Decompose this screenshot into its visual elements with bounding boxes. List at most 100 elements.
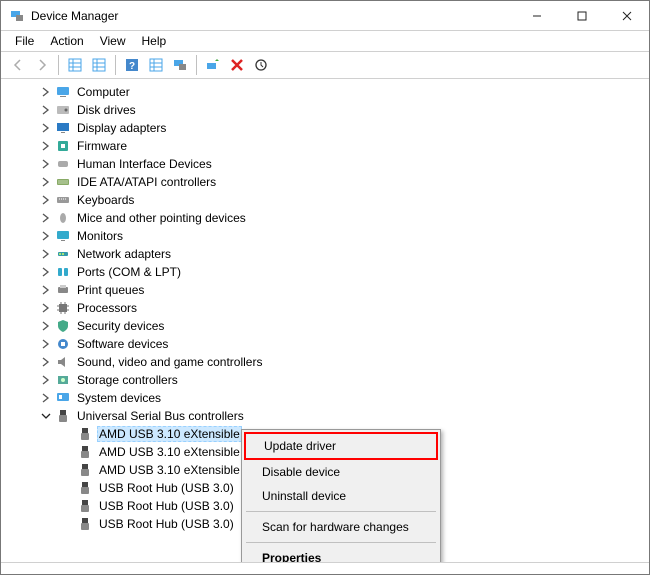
- system-icon: [55, 390, 71, 406]
- mouse-icon: [55, 210, 71, 226]
- minimize-button[interactable]: [514, 1, 559, 30]
- chevron-right-icon[interactable]: [39, 283, 53, 297]
- remove-button[interactable]: [226, 54, 248, 76]
- back-button[interactable]: [7, 54, 29, 76]
- chevron-right-icon[interactable]: [39, 211, 53, 225]
- chevron-right-icon[interactable]: [39, 391, 53, 405]
- computer-icon: [55, 84, 71, 100]
- tree-label: Storage controllers: [75, 372, 180, 388]
- tree-row[interactable]: Sound, video and game controllers: [3, 353, 647, 371]
- chevron-right-icon[interactable]: [39, 139, 53, 153]
- menu-view[interactable]: View: [92, 32, 134, 50]
- tree-label: AMD USB 3.10 eXtensible: [97, 426, 242, 442]
- chevron-right-icon[interactable]: [39, 157, 53, 171]
- tree-row[interactable]: Security devices: [3, 317, 647, 335]
- tree-row[interactable]: Network adapters: [3, 245, 647, 263]
- printer-icon: [55, 282, 71, 298]
- toolbar-separator: [58, 55, 59, 75]
- tree-row[interactable]: Display adapters: [3, 119, 647, 137]
- port-icon: [55, 264, 71, 280]
- chevron-right-icon[interactable]: [39, 193, 53, 207]
- close-button[interactable]: [604, 1, 649, 30]
- chevron-right-icon[interactable]: [39, 103, 53, 117]
- more-actions-button[interactable]: [250, 54, 272, 76]
- tree-row[interactable]: System devices: [3, 389, 647, 407]
- tree-label: AMD USB 3.10 eXtensible: [97, 462, 242, 478]
- devices-button[interactable]: [169, 54, 191, 76]
- chevron-right-icon[interactable]: [39, 265, 53, 279]
- context-properties[interactable]: Properties: [244, 546, 438, 562]
- tree-label: Processors: [75, 300, 139, 316]
- toolbar-separator: [196, 55, 197, 75]
- forward-button[interactable]: [31, 54, 53, 76]
- software-icon: [55, 336, 71, 352]
- showhide-tree-button[interactable]: [64, 54, 86, 76]
- menu-action[interactable]: Action: [42, 32, 91, 50]
- context-scan-hardware[interactable]: Scan for hardware changes: [244, 515, 438, 539]
- app-icon: [9, 8, 25, 24]
- context-uninstall-device[interactable]: Uninstall device: [244, 484, 438, 508]
- tree-row[interactable]: Disk drives: [3, 101, 647, 119]
- chevron-right-icon[interactable]: [39, 337, 53, 351]
- chevron-right-icon[interactable]: [39, 229, 53, 243]
- context-separator: [246, 511, 436, 512]
- tree-row[interactable]: Keyboards: [3, 191, 647, 209]
- tree-label: AMD USB 3.10 eXtensible: [97, 444, 242, 460]
- context-separator: [246, 542, 436, 543]
- monitor-icon: [55, 228, 71, 244]
- chevron-right-icon[interactable]: [39, 373, 53, 387]
- usb-icon: [77, 516, 93, 532]
- chevron-right-icon[interactable]: [39, 175, 53, 189]
- toolbar: [1, 51, 649, 79]
- chevron-right-icon[interactable]: [39, 301, 53, 315]
- scan-hardware-button[interactable]: [202, 54, 224, 76]
- tree-row[interactable]: Mice and other pointing devices: [3, 209, 647, 227]
- network-icon: [55, 246, 71, 262]
- chevron-right-icon[interactable]: [39, 121, 53, 135]
- cpu-icon: [55, 300, 71, 316]
- menu-help[interactable]: Help: [134, 32, 175, 50]
- chevron-right-icon[interactable]: [39, 85, 53, 99]
- toolbar-separator: [115, 55, 116, 75]
- context-update-driver[interactable]: Update driver: [244, 432, 438, 460]
- tree-row[interactable]: Storage controllers: [3, 371, 647, 389]
- tree-row[interactable]: Print queues: [3, 281, 647, 299]
- firmware-icon: [55, 138, 71, 154]
- tree-label: Computer: [75, 84, 132, 100]
- tree-row[interactable]: Ports (COM & LPT): [3, 263, 647, 281]
- chevron-right-icon[interactable]: [39, 319, 53, 333]
- maximize-button[interactable]: [559, 1, 604, 30]
- tree-label: Software devices: [75, 336, 170, 352]
- tree-row[interactable]: Monitors: [3, 227, 647, 245]
- context-disable-device[interactable]: Disable device: [244, 460, 438, 484]
- tree-label: Universal Serial Bus controllers: [75, 408, 246, 424]
- tree-row[interactable]: Universal Serial Bus controllers: [3, 407, 647, 425]
- display-icon: [55, 120, 71, 136]
- tree-row[interactable]: Processors: [3, 299, 647, 317]
- hid-icon: [55, 156, 71, 172]
- device-tree[interactable]: Computer Disk drivesDisplay adaptersFirmw…: [1, 79, 649, 562]
- help-button[interactable]: [121, 54, 143, 76]
- title-bar: Device Manager: [1, 1, 649, 31]
- details-button[interactable]: [145, 54, 167, 76]
- chevron-down-icon[interactable]: [39, 409, 53, 423]
- tree-label: Security devices: [75, 318, 166, 334]
- tree-row[interactable]: Human Interface Devices: [3, 155, 647, 173]
- ide-icon: [55, 174, 71, 190]
- menu-file[interactable]: File: [7, 32, 42, 50]
- tree-label: Disk drives: [75, 102, 138, 118]
- tree-row[interactable]: IDE ATA/ATAPI controllers: [3, 173, 647, 191]
- tree-label: System devices: [75, 390, 163, 406]
- usb-icon: [77, 480, 93, 496]
- chevron-right-icon[interactable]: [39, 355, 53, 369]
- properties-button[interactable]: [88, 54, 110, 76]
- chevron-right-icon[interactable]: [39, 247, 53, 261]
- tree-label: Mice and other pointing devices: [75, 210, 248, 226]
- status-bar: [1, 562, 649, 574]
- tree-label: Human Interface Devices: [75, 156, 214, 172]
- window-title: Device Manager: [31, 9, 514, 23]
- tree-row[interactable]: Software devices: [3, 335, 647, 353]
- tree-label: Monitors: [75, 228, 125, 244]
- tree-row[interactable]: Firmware: [3, 137, 647, 155]
- tree-row[interactable]: Computer: [3, 83, 647, 101]
